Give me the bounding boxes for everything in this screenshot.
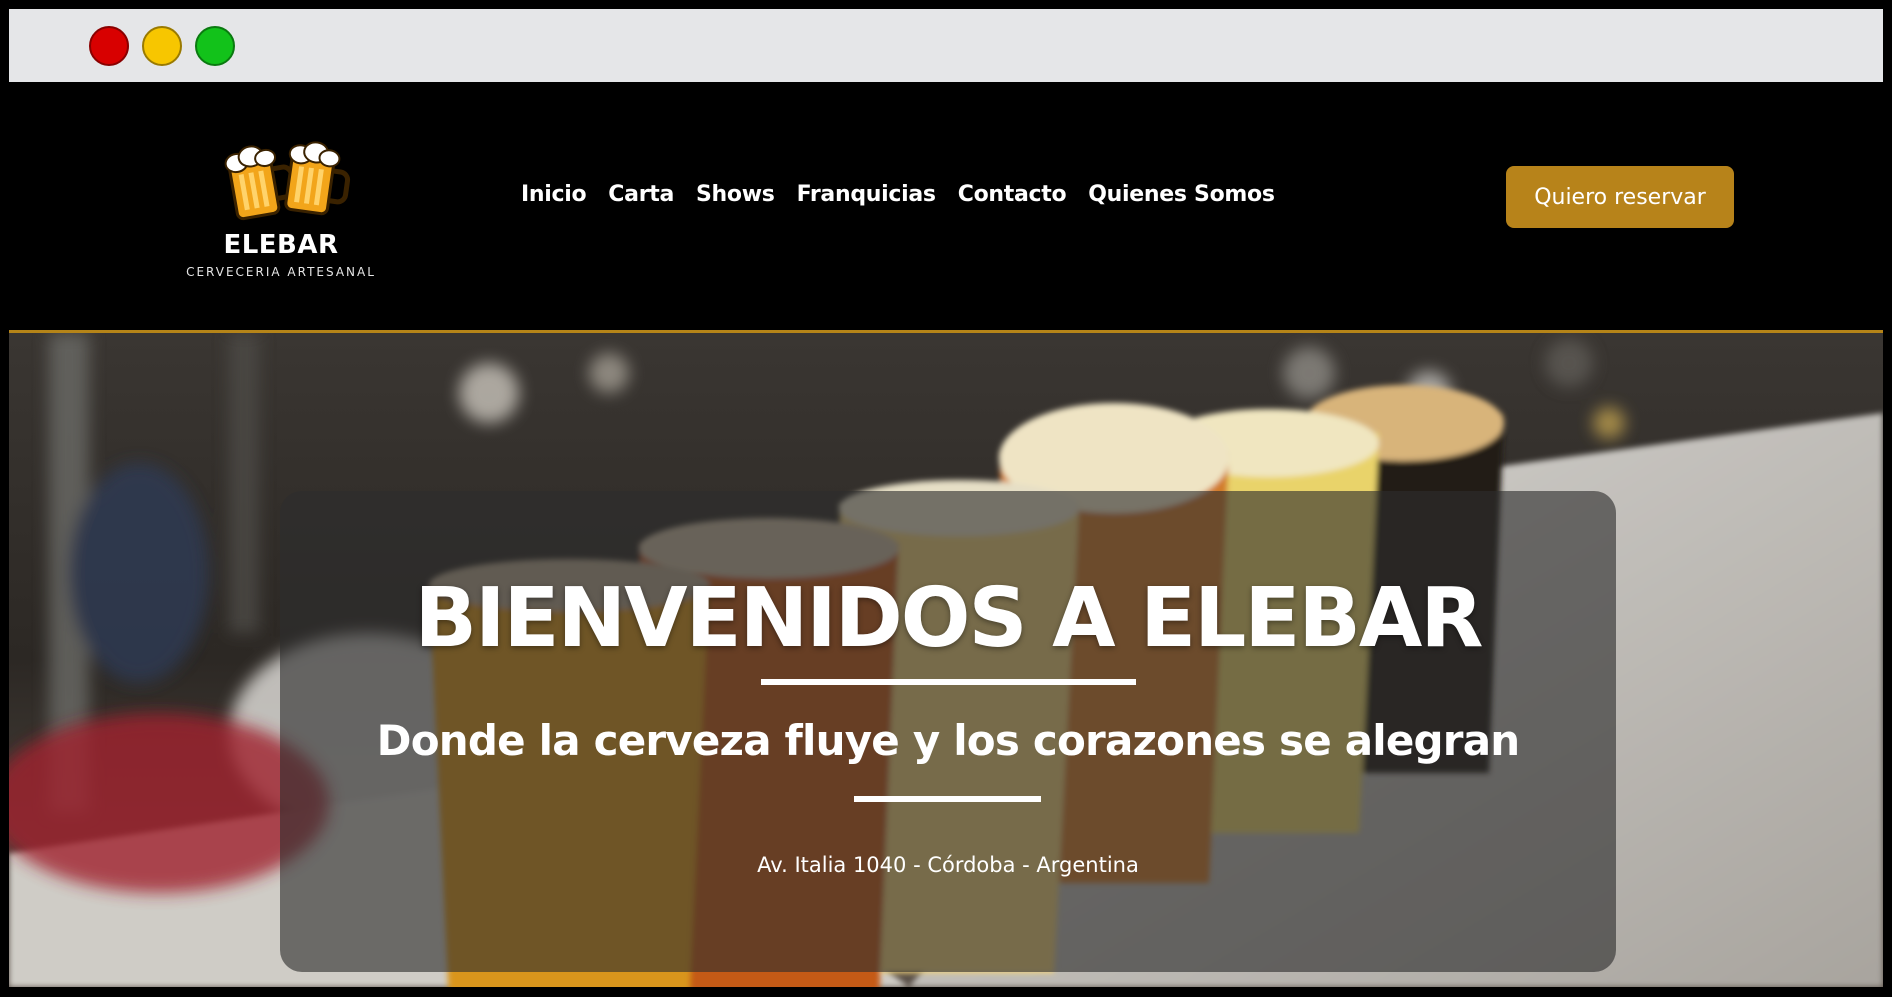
close-window-button[interactable]: [89, 26, 129, 66]
title-divider: [761, 679, 1136, 685]
site-header: ELEBAR CERVECERIA ARTESANAL Inicio Carta…: [9, 82, 1883, 333]
maximize-window-button[interactable]: [195, 26, 235, 66]
beer-mugs-icon: [224, 141, 351, 221]
nav-quienes-somos[interactable]: Quienes Somos: [1088, 182, 1275, 207]
main-nav: Inicio Carta Shows Franquicias Contacto …: [521, 182, 1275, 207]
hero-card: BIENVENIDOS A ELEBAR Donde la cerveza fl…: [280, 491, 1616, 972]
nav-franquicias[interactable]: Franquicias: [797, 182, 936, 207]
hero-subtitle: Donde la cerveza fluye y los corazones s…: [376, 716, 1521, 765]
nav-carta[interactable]: Carta: [608, 182, 674, 207]
nav-contacto[interactable]: Contacto: [958, 182, 1067, 207]
logo-name: ELEBAR: [223, 230, 339, 260]
logo-tagline: CERVECERIA ARTESANAL: [186, 265, 376, 279]
window-bottom-border: [0, 987, 1892, 997]
hero-section: BIENVENIDOS A ELEBAR Donde la cerveza fl…: [9, 333, 1883, 987]
site-logo[interactable]: ELEBAR CERVECERIA ARTESANAL: [181, 132, 381, 282]
reserve-button[interactable]: Quiero reservar: [1506, 166, 1734, 228]
hero-address: Av. Italia 1040 - Córdoba - Argentina: [757, 853, 1139, 877]
minimize-window-button[interactable]: [142, 26, 182, 66]
browser-titlebar: [9, 9, 1883, 82]
nav-inicio[interactable]: Inicio: [521, 182, 587, 207]
nav-shows[interactable]: Shows: [696, 182, 775, 207]
browser-window: ELEBAR CERVECERIA ARTESANAL Inicio Carta…: [0, 0, 1892, 997]
hero-title: BIENVENIDOS A ELEBAR: [414, 571, 1483, 666]
subtitle-divider: [854, 796, 1041, 802]
